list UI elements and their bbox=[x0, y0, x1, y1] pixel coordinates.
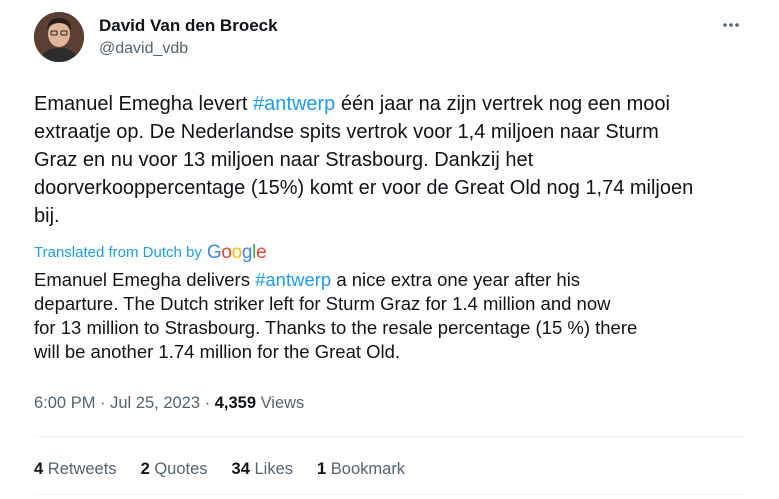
translated-label: Translated from Dutch by bbox=[34, 244, 202, 261]
retweets-stat[interactable]: 4 Retweets bbox=[34, 458, 117, 480]
tweet-stats: 4 Retweets 2 Quotes 34 Likes 1 Bookmark bbox=[34, 458, 429, 480]
author-handle[interactable]: @david_vdb bbox=[99, 38, 278, 60]
tweet-text-translation: Emanuel Emegha delivers #antwerp a nice … bbox=[34, 268, 754, 364]
divider bbox=[34, 436, 744, 437]
quotes-count: 2 bbox=[140, 460, 150, 478]
tweet-time[interactable]: 6:00 PM bbox=[34, 394, 95, 412]
tweet-text-nl-part1: Emanuel Emegha levert bbox=[34, 93, 254, 115]
tweet-text-original: Emanuel Emegha levert #antwerp één jaar … bbox=[34, 90, 754, 230]
more-dots-icon bbox=[723, 23, 739, 27]
hashtag-link-translated[interactable]: #antwerp bbox=[255, 269, 331, 290]
retweets-count: 4 bbox=[34, 460, 44, 478]
views-label: Views bbox=[256, 394, 305, 412]
google-logo: Google bbox=[206, 242, 267, 263]
avatar[interactable] bbox=[34, 12, 84, 62]
tweet-date[interactable]: Jul 25, 2023 bbox=[110, 394, 200, 412]
bookmarks-label: Bookmark bbox=[326, 460, 406, 478]
avatar-image bbox=[34, 12, 84, 62]
author-info: David Van den Broeck @david_vdb bbox=[99, 15, 278, 60]
retweets-label: Retweets bbox=[43, 460, 117, 478]
divider-bottom bbox=[34, 494, 744, 495]
likes-count: 34 bbox=[231, 460, 250, 478]
tweet: David Van den Broeck @david_vdb Emanuel … bbox=[0, 0, 779, 499]
author-display-name[interactable]: David Van den Broeck bbox=[99, 15, 278, 37]
more-button[interactable] bbox=[718, 12, 744, 38]
likes-label: Likes bbox=[249, 460, 294, 478]
views-count: 4,359 bbox=[214, 394, 256, 412]
likes-stat[interactable]: 34 Likes bbox=[232, 458, 293, 480]
quotes-label: Quotes bbox=[149, 460, 208, 478]
bookmarks-count: 1 bbox=[317, 460, 327, 478]
bookmarks-stat[interactable]: 1 Bookmark bbox=[317, 458, 405, 480]
quotes-stat[interactable]: 2 Quotes bbox=[141, 458, 208, 480]
tweet-text-en-part1: Emanuel Emegha delivers bbox=[34, 269, 256, 290]
meta-separator: · bbox=[95, 394, 111, 412]
hashtag-link[interactable]: #antwerp bbox=[253, 93, 335, 115]
translated-from-link[interactable]: Translated from Dutch by Google bbox=[34, 242, 267, 263]
tweet-meta: 6:00 PM · Jul 25, 2023 · 4,359 Views bbox=[34, 392, 304, 414]
meta-separator: · bbox=[200, 394, 215, 412]
